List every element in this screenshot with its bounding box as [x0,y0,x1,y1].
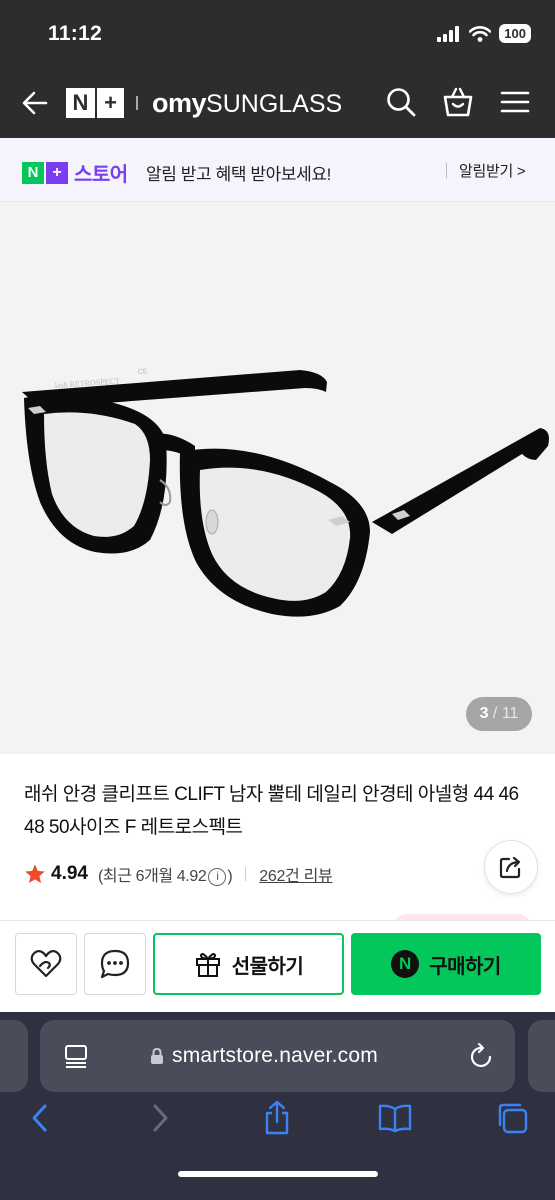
browser-share-button[interactable] [259,1100,295,1136]
image-counter: 3 / 11 [466,697,532,731]
naver-plus-store-logo: N + 스토어 [22,158,128,187]
share-upload-icon [265,1100,289,1135]
back-arrow-icon[interactable] [20,88,50,118]
chevron-right-icon [153,1104,168,1132]
app-header: N + omySUNGLASS [0,66,555,138]
screen: 11:12 100 N + omySUNGLASS N + 스토어 알림 받고 … [0,0,555,1200]
browser-back-button[interactable] [22,1100,58,1136]
browser-forward-button[interactable] [142,1100,178,1136]
store-brand-bold: omy [152,88,207,118]
gift-button-label: 선물하기 [231,955,304,978]
naver-plus-logo[interactable]: N + [66,88,124,118]
wifi-icon [469,25,492,42]
url-display: smartstore.naver.com [150,1044,378,1068]
store-logo-n: N [22,161,44,184]
share-icon [499,856,521,879]
notification-message: 알림 받고 혜택 받아보세요! [146,165,331,184]
heart-icon [30,950,62,978]
share-button[interactable] [484,840,538,894]
book-icon [378,1104,412,1133]
browser-bookmarks-button[interactable] [377,1100,413,1136]
notification-divider [446,163,447,178]
home-indicator [178,1171,378,1177]
store-brand-logo[interactable]: omySUNGLASS [152,88,342,119]
header-divider [136,96,138,110]
buy-button[interactable]: N 구매하기 [351,933,541,995]
rating-divider [245,867,247,881]
url-text: smartstore.naver.com [172,1044,378,1067]
menu-icon[interactable] [499,86,531,118]
talk-button[interactable] [84,933,146,995]
store-brand-rest: SUNGLASS [206,90,343,118]
buy-button-label: 구매하기 [429,955,501,978]
status-icons: 100 [437,24,531,43]
frame-ce-text: CE [138,368,149,376]
address-bar[interactable]: smartstore.naver.com [40,1020,515,1092]
naver-plus-logo-n: N [66,88,95,118]
gift-icon [195,953,220,977]
star-icon [25,864,45,883]
rating-score: 4.94 [51,863,88,884]
gift-button[interactable]: 선물하기 [153,933,344,995]
info-icon[interactable]: i [208,867,227,886]
store-logo-text: 스토어 [74,164,128,186]
chevron-left-icon [32,1104,47,1132]
price-row-peek [0,908,555,920]
next-tab-peek[interactable] [528,1020,555,1092]
reload-icon[interactable] [469,1042,495,1070]
chat-bubble-icon [100,949,130,979]
product-image-carousel[interactable]: lash RETROSPECT CE 3 / 11 [0,202,555,754]
browser-tabs-button[interactable] [494,1100,530,1136]
recent-rating: (최근 6개월 4.92 i) [97,862,233,886]
previous-tab-peek[interactable] [0,1020,28,1092]
naver-pay-n-icon: N [391,950,420,978]
image-counter-total: 11 [501,705,519,722]
lock-icon [151,1047,163,1064]
wishlist-button[interactable] [15,933,77,995]
glasses-product-photo: lash RETROSPECT CE [22,368,549,617]
shopping-bag-icon[interactable] [442,86,474,118]
recent-rating-prefix: (최근 6개월 4.92 [97,868,207,885]
status-time: 11:12 [48,22,103,45]
notification-banner[interactable]: N + 스토어 알림 받고 혜택 받아보세요! 알림받기 > [0,138,555,202]
status-bar: 11:12 100 [0,0,555,66]
image-counter-separator: / [488,705,502,722]
rating-row: 4.94 (최근 6개월 4.92 i) 262건 리뷰 [24,862,333,886]
page-menu-icon[interactable] [64,1044,88,1068]
naver-plus-logo-plus: + [95,88,124,118]
battery-indicator: 100 [499,24,531,43]
notification-subscribe-link[interactable]: 알림받기 > [459,160,526,181]
review-count-link[interactable]: 262건 리뷰 [259,862,333,886]
recent-rating-suffix: ) [227,868,233,885]
tabs-icon [498,1103,528,1134]
product-title: 래쉬 안경 클리프트 CLIFT 남자 뿔테 데일리 안경테 아넬형 44 46… [24,784,519,838]
cellular-signal-icon [437,25,460,42]
search-icon[interactable] [385,86,417,118]
purchase-action-bar: 선물하기 N 구매하기 [0,920,555,1012]
store-logo-plus: + [46,161,68,184]
